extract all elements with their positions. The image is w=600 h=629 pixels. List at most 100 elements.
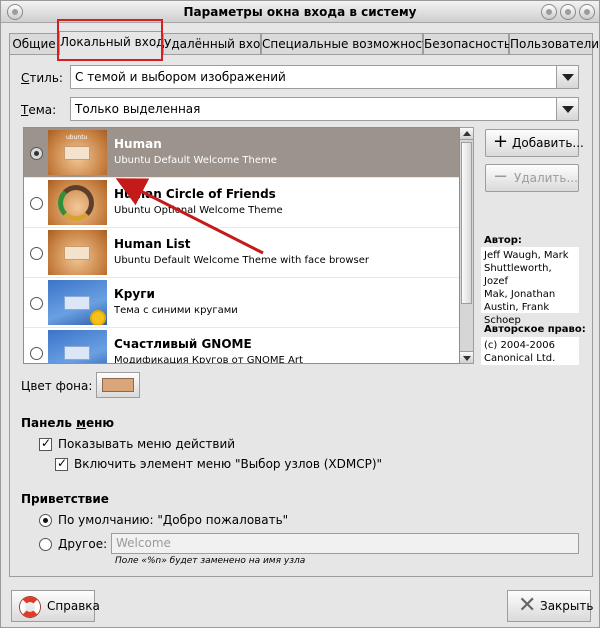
show-actions-label[interactable]: Показывать меню действий: [58, 437, 235, 451]
author-label: Автор:: [484, 235, 522, 246]
theme-thumbnail-circle-of-friends: [48, 180, 107, 225]
menu-panel-title-part: Панель: [21, 416, 77, 430]
scroll-down-icon[interactable]: [460, 351, 473, 363]
copyright-line: Canonical Ltd.: [484, 353, 556, 364]
style-combo-value: С темой и выбором изображений: [75, 70, 286, 84]
chevron-down-icon[interactable]: [556, 66, 578, 88]
author-line: Austin, Frank: [484, 302, 550, 313]
author-value: Jeff Waugh, Mark Shuttleworth, Jozef Mak…: [481, 247, 579, 326]
close-button[interactable]: ✕ Закрыть: [507, 590, 594, 622]
theme-item-human-list[interactable]: Human List Ubuntu Default Welcome Theme …: [24, 228, 459, 278]
login-screen-preview: [64, 246, 90, 260]
tab-security[interactable]: Безопасность: [423, 33, 511, 54]
theme-item-circle-of-friends[interactable]: Human Circle of Friends Ubuntu Optional …: [24, 178, 459, 228]
scroll-up-icon[interactable]: [460, 128, 473, 140]
remove-theme-button[interactable]: − Удалить...: [485, 164, 579, 192]
dialog-window: Параметры окна входа в систему Общие Лок…: [0, 0, 600, 628]
circle-of-friends-icon: [58, 185, 94, 221]
author-line: Jeff Waugh, Mark: [484, 250, 569, 261]
minimize-icon[interactable]: [541, 4, 557, 20]
hostname-hint: Поле «%n» будет заменено на имя узла: [115, 556, 306, 566]
theme-radio[interactable]: [30, 247, 43, 260]
maximize-icon[interactable]: [560, 4, 576, 20]
custom-greeting-input[interactable]: Welcome: [111, 533, 579, 554]
theme-radio[interactable]: [30, 147, 43, 160]
add-theme-button[interactable]: + Добавить...: [485, 129, 584, 157]
theme-item-human[interactable]: ubuntu Human Ubuntu Default Welcome Them…: [24, 128, 459, 178]
thumbnail-logo-text: ubuntu: [66, 134, 88, 141]
theme-label-rest: ема:: [28, 103, 57, 117]
theme-name: Human: [114, 137, 162, 151]
tab-users[interactable]: Пользователи: [509, 33, 599, 54]
color-swatch: [102, 378, 134, 392]
remove-button-label: Удалить...: [514, 171, 578, 185]
theme-description: Ubuntu Default Welcome Theme: [114, 155, 277, 166]
annotation-highlight-box: [57, 19, 163, 61]
help-button[interactable]: Справка: [11, 590, 100, 622]
add-button-label: Добавить...: [512, 136, 584, 150]
menu-panel-title: Панель меню: [21, 416, 114, 430]
theme-list-scrollbar[interactable]: [460, 127, 474, 364]
default-greeting-radio[interactable]: [39, 514, 52, 527]
author-line: Mak, Jonathan: [484, 289, 556, 300]
tab-label: Пользователи: [510, 37, 600, 51]
theme-thumbnail-human: ubuntu: [48, 130, 107, 175]
custom-greeting-radio[interactable]: [39, 538, 52, 551]
background-color-button[interactable]: [96, 372, 140, 398]
tab-general[interactable]: Общие: [9, 33, 59, 54]
theme-combo-value: Только выделенная: [75, 102, 201, 116]
tab-label: Удалённый вход: [164, 37, 269, 51]
custom-greeting-value: Welcome: [116, 536, 171, 550]
theme-radio[interactable]: [30, 347, 43, 360]
minus-icon: −: [493, 166, 509, 187]
help-button-label: Справка: [47, 599, 100, 613]
background-color-label: Цвет фона:: [21, 379, 93, 393]
theme-thumbnail-happy-gnome: [48, 330, 107, 363]
theme-description: Ubuntu Optional Welcome Theme: [114, 205, 283, 216]
xdmcp-label[interactable]: Включить элемент меню "Выбор узлов (XDMC…: [74, 457, 382, 471]
theme-description: Модификация Кругов от GNOME Art: [114, 355, 303, 364]
close-window-icon[interactable]: [579, 4, 595, 20]
menu-panel-title-mnemonic: м: [76, 416, 86, 430]
style-label-rest: тиль:: [29, 71, 63, 85]
theme-description: Тема с синими кругами: [114, 305, 238, 316]
theme-name: Human List: [114, 237, 191, 251]
chevron-down-icon[interactable]: [556, 98, 578, 120]
copyright-label: Авторское право:: [484, 324, 586, 335]
login-screen-preview: [64, 146, 90, 160]
custom-greeting-label[interactable]: Другое:: [58, 537, 107, 551]
default-greeting-label[interactable]: По умолчанию: "Добро пожаловать": [58, 513, 288, 527]
tab-label: Общие: [12, 37, 56, 51]
login-screen-preview: [64, 296, 90, 310]
theme-item-circles[interactable]: Круги Тема с синими кругами: [24, 278, 459, 328]
tab-remote-login[interactable]: Удалённый вход: [163, 33, 269, 54]
theme-radio[interactable]: [30, 197, 43, 210]
menu-panel-title-part: еню: [85, 416, 115, 430]
theme-list[interactable]: ubuntu Human Ubuntu Default Welcome Them…: [23, 127, 460, 364]
theme-radio[interactable]: [30, 297, 43, 310]
help-lifebuoy-icon: [20, 597, 40, 617]
window-title: Параметры окна входа в систему: [183, 5, 417, 19]
tab-accessibility[interactable]: Специальные возможности: [261, 33, 437, 54]
close-button-label: Закрыть: [540, 599, 594, 613]
tab-label: Специальные возможности: [262, 37, 437, 51]
style-label: Стиль:: [21, 71, 63, 85]
xdmcp-checkbox[interactable]: [55, 456, 68, 471]
close-icon: ✕: [518, 593, 537, 618]
scrollbar-thumb[interactable]: [461, 142, 472, 304]
theme-name: Human Circle of Friends: [114, 187, 276, 201]
style-combo[interactable]: С темой и выбором изображений: [70, 65, 579, 89]
theme-item-happy-gnome[interactable]: Счастливый GNOME Модификация Кругов от G…: [24, 328, 459, 364]
theme-description: Ubuntu Default Welcome Theme with face b…: [114, 255, 369, 266]
copyright-line: (c) 2004-2006: [484, 340, 555, 351]
theme-combo[interactable]: Только выделенная: [70, 97, 579, 121]
show-actions-checkbox[interactable]: [39, 436, 52, 451]
theme-name: Круги: [114, 287, 155, 301]
theme-thumbnail-human-list: [48, 230, 107, 275]
greeting-title: Приветствие: [21, 492, 109, 506]
login-screen-preview: [64, 346, 90, 360]
theme-name: Счастливый GNOME: [114, 337, 252, 351]
sun-icon: [90, 310, 106, 325]
tab-label: Безопасность: [424, 37, 511, 51]
theme-label: Тема:: [21, 103, 56, 117]
